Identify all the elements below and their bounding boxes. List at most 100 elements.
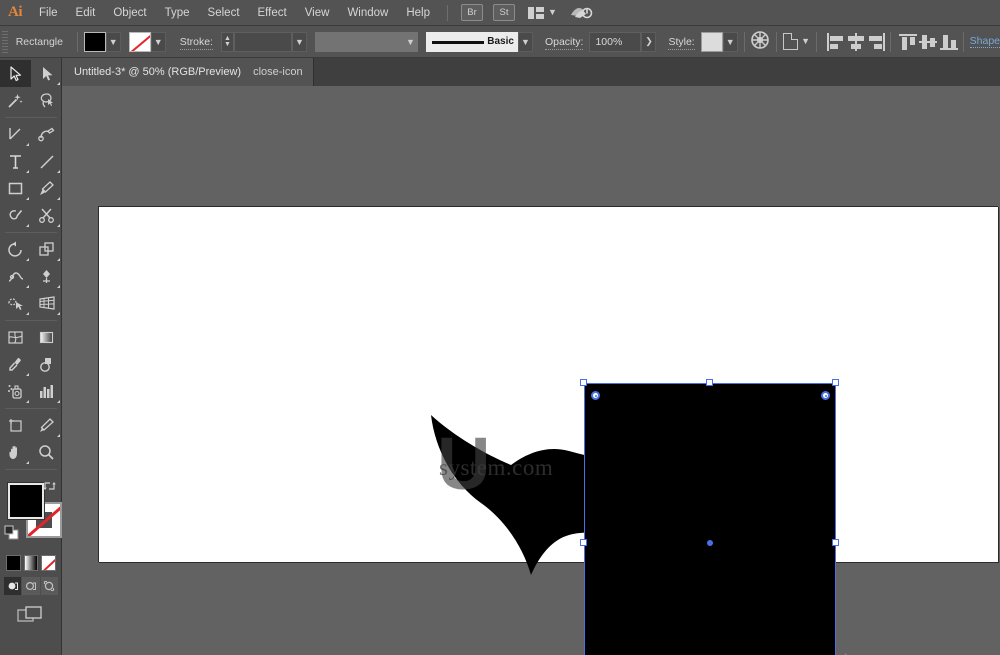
none-icon[interactable] xyxy=(41,555,57,571)
zoom-tool[interactable] xyxy=(31,439,62,466)
recolor-artwork-icon[interactable] xyxy=(750,30,770,53)
gradient-tool[interactable] xyxy=(31,324,62,351)
stock-button[interactable]: St xyxy=(493,4,515,21)
menu-type[interactable]: Type xyxy=(156,0,199,26)
menu-file[interactable]: File xyxy=(30,0,67,26)
eyedropper-tool[interactable] xyxy=(0,351,31,378)
type-tool[interactable] xyxy=(0,148,31,175)
align-vertical-bottom-icon[interactable] xyxy=(939,33,958,51)
stroke-swatch[interactable] xyxy=(128,31,151,52)
default-fill-stroke-icon[interactable] xyxy=(4,525,19,540)
stroke-weight-control[interactable]: ▲ ▼ ▼ xyxy=(220,31,307,52)
rectangle-tool[interactable] xyxy=(0,175,31,202)
watermark-glyph: U xyxy=(437,422,491,505)
control-bar-grip[interactable] xyxy=(2,30,8,53)
screen-mode-row xyxy=(0,595,62,630)
fill-dropdown-chevron-down-icon[interactable]: ▼ xyxy=(105,31,121,52)
document-tab[interactable]: Untitled-3* @ 50% (RGB/Preview) close-ic… xyxy=(62,58,314,86)
scissors-tool[interactable] xyxy=(31,202,62,229)
color-icon[interactable] xyxy=(6,555,21,571)
menu-window[interactable]: Window xyxy=(338,0,397,26)
draw-normal-icon[interactable] xyxy=(4,577,22,595)
draw-inside-icon[interactable] xyxy=(40,577,58,595)
document-setup-button[interactable]: ▼ xyxy=(783,33,810,50)
fill-control[interactable]: ▼ xyxy=(83,31,121,52)
menu-view[interactable]: View xyxy=(296,0,339,26)
shaper-tool[interactable] xyxy=(0,202,31,229)
width-tool[interactable] xyxy=(0,263,31,290)
fill-swatch[interactable] xyxy=(83,31,106,52)
free-transform-tool[interactable] xyxy=(31,263,62,290)
style-swatch[interactable] xyxy=(700,31,723,52)
draw-behind-icon[interactable] xyxy=(22,577,40,595)
mesh-tool[interactable] xyxy=(0,324,31,351)
slice-tool[interactable] xyxy=(31,412,62,439)
paintbrush-tool[interactable] xyxy=(31,175,62,202)
align-vertical-middle-icon[interactable] xyxy=(919,33,938,51)
menu-object[interactable]: Object xyxy=(104,0,155,26)
style-control[interactable]: ▼ xyxy=(700,31,738,52)
pen-tool[interactable] xyxy=(0,121,31,148)
line-segment-tool[interactable] xyxy=(31,148,62,175)
artboard[interactable]: U system.com xyxy=(98,206,998,655)
brush-definition-control[interactable]: Basic ▼ xyxy=(425,31,533,52)
canvas-area[interactable]: U system.com xyxy=(62,86,1000,655)
workspace-switcher[interactable]: ▼ xyxy=(528,6,557,19)
selection-tool[interactable] xyxy=(0,60,31,87)
curvature-tool[interactable] xyxy=(31,121,62,148)
document-setup-icon xyxy=(783,33,799,50)
tool-divider xyxy=(5,469,57,470)
stroke-dropdown-chevron-down-icon[interactable]: ▼ xyxy=(150,31,166,52)
menu-help[interactable]: Help xyxy=(397,0,439,26)
flyout-triangle-icon xyxy=(57,82,60,85)
style-chevron-down-icon[interactable]: ▼ xyxy=(722,31,738,52)
artboard-tool[interactable] xyxy=(0,412,31,439)
style-label-wrap: Style: xyxy=(668,35,695,50)
stroke-control[interactable]: ▼ xyxy=(128,31,166,52)
opacity-chevron-right-icon[interactable]: ❯ xyxy=(641,31,657,52)
change-screen-mode-icon[interactable] xyxy=(17,605,45,630)
variable-width-control[interactable]: ▼ xyxy=(314,31,418,52)
lasso-tool[interactable] xyxy=(31,87,62,114)
opacity-input[interactable]: 100% xyxy=(589,31,642,52)
brush-chevron-down-icon[interactable]: ▼ xyxy=(517,31,533,52)
gradient-icon[interactable] xyxy=(23,555,39,571)
bridge-button[interactable]: Br xyxy=(461,4,483,21)
perspective-grid-tool[interactable] xyxy=(31,290,62,317)
align-horizontal-left-icon[interactable] xyxy=(826,32,843,51)
scale-tool[interactable] xyxy=(31,236,62,263)
stroke-label-wrap[interactable]: Stroke: xyxy=(179,35,213,50)
align-vertical-top-icon[interactable] xyxy=(899,33,918,51)
fill-color-swatch[interactable] xyxy=(8,483,44,519)
rotate-tool[interactable] xyxy=(0,236,31,263)
opacity-label[interactable]: Opacity: xyxy=(544,35,584,50)
creative-cloud-icon[interactable] xyxy=(569,3,593,23)
stroke-weight-stepper[interactable]: ▲ ▼ xyxy=(220,31,234,52)
brush-profile-swatch[interactable]: Basic xyxy=(425,31,518,52)
magic-wand-tool[interactable] xyxy=(0,87,31,114)
swap-fill-stroke-icon[interactable] xyxy=(42,479,56,493)
stroke-weight-chevron-down-icon[interactable]: ▼ xyxy=(291,31,307,52)
shape-button[interactable]: Shape xyxy=(969,35,1000,48)
stroke-label[interactable]: Stroke: xyxy=(179,35,213,50)
column-graph-tool[interactable] xyxy=(31,378,62,405)
blend-tool[interactable] xyxy=(31,351,62,378)
shape-builder-tool[interactable] xyxy=(0,290,31,317)
menu-effect[interactable]: Effect xyxy=(249,0,296,26)
hand-tool[interactable] xyxy=(0,439,31,466)
stroke-weight-input[interactable] xyxy=(233,31,292,52)
opacity-control[interactable]: 100% ❯ xyxy=(589,31,657,52)
align-horizontal-right-icon[interactable] xyxy=(866,32,886,51)
symbol-sprayer-tool[interactable] xyxy=(0,378,31,405)
handle-top-center xyxy=(706,379,713,386)
menu-select[interactable]: Select xyxy=(199,0,249,26)
close-icon[interactable]: close-icon xyxy=(253,66,303,78)
menu-edit[interactable]: Edit xyxy=(67,0,105,26)
align-horizontal-center-icon[interactable] xyxy=(846,32,865,51)
direct-selection-tool[interactable] xyxy=(31,60,62,87)
brush-profile-label: Basic xyxy=(487,36,514,47)
illustrator-window: Ai File Edit Object Type Select Effect V… xyxy=(0,0,1000,655)
variable-width-input[interactable] xyxy=(314,31,403,52)
opacity-label-wrap[interactable]: Opacity: xyxy=(544,35,584,50)
variable-width-chevron-down-icon[interactable]: ▼ xyxy=(402,31,418,52)
